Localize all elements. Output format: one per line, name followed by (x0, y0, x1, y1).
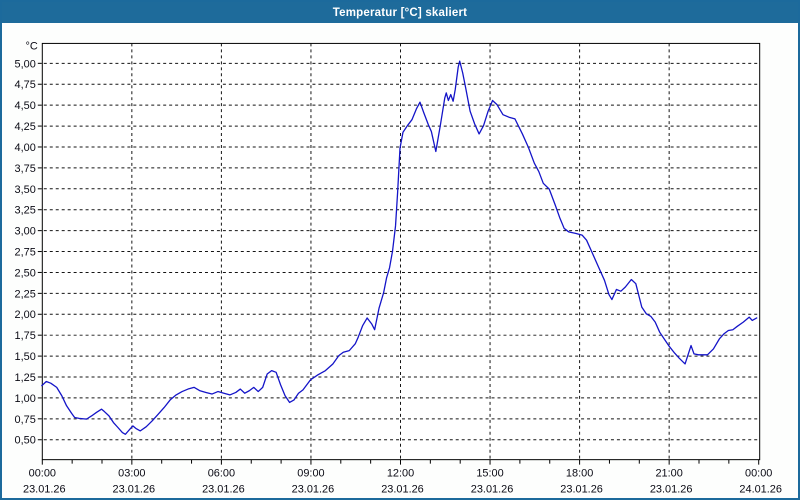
svg-text:5,00: 5,00 (15, 58, 36, 70)
svg-text:23.01.26: 23.01.26 (471, 484, 514, 496)
svg-text:1,00: 1,00 (15, 393, 36, 405)
svg-text:0,75: 0,75 (15, 414, 36, 426)
svg-text:00:00: 00:00 (745, 468, 772, 480)
svg-text:00:00: 00:00 (29, 468, 56, 480)
svg-text:4,50: 4,50 (15, 100, 36, 112)
svg-text:06:00: 06:00 (208, 468, 235, 480)
svg-text:°C: °C (26, 40, 38, 52)
svg-text:4,75: 4,75 (15, 79, 36, 91)
svg-text:23.01.26: 23.01.26 (202, 484, 245, 496)
svg-text:3,00: 3,00 (15, 226, 36, 238)
svg-text:23.01.26: 23.01.26 (560, 484, 603, 496)
svg-text:23.01.26: 23.01.26 (650, 484, 693, 496)
window-title-bar[interactable]: Temperatur [°C] skaliert (2, 2, 798, 23)
app-window: Temperatur [°C] skaliert 5,00 4,75 4,50 4,2… (0, 0, 800, 500)
svg-text:4,00: 4,00 (15, 142, 36, 154)
svg-text:4,25: 4,25 (15, 121, 36, 133)
svg-text:1,75: 1,75 (15, 330, 36, 342)
svg-text:23.01.26: 23.01.26 (113, 484, 156, 496)
svg-text:2,25: 2,25 (15, 288, 36, 300)
svg-text:2,00: 2,00 (15, 309, 36, 321)
temperature-chart: 5,00 4,75 4,50 4,25 4,00 3,75 3,50 3,25 3,00 2,75… (2, 23, 798, 498)
svg-text:09:00: 09:00 (297, 468, 324, 480)
svg-text:23.01.26: 23.01.26 (23, 484, 66, 496)
svg-text:18:00: 18:00 (566, 468, 593, 480)
svg-text:12:00: 12:00 (387, 468, 414, 480)
svg-text:24.01.26: 24.01.26 (739, 484, 782, 496)
svg-text:03:00: 03:00 (118, 468, 145, 480)
svg-text:0,50: 0,50 (15, 435, 36, 447)
svg-text:2,50: 2,50 (15, 267, 36, 279)
svg-text:15:00: 15:00 (476, 468, 503, 480)
svg-text:3,50: 3,50 (15, 184, 36, 196)
line-chart-svg: 5,00 4,75 4,50 4,25 4,00 3,75 3,50 3,25 3,00 2,75… (15, 40, 782, 496)
svg-text:21:00: 21:00 (655, 468, 682, 480)
svg-text:3,25: 3,25 (15, 205, 36, 217)
svg-text:23.01.26: 23.01.26 (292, 484, 335, 496)
window-title: Temperatur [°C] skaliert (332, 6, 468, 19)
svg-text:1,25: 1,25 (15, 372, 36, 384)
svg-text:1,50: 1,50 (15, 351, 36, 363)
svg-text:2,75: 2,75 (15, 247, 36, 259)
svg-text:23.01.26: 23.01.26 (381, 484, 424, 496)
svg-text:3,75: 3,75 (15, 163, 36, 175)
